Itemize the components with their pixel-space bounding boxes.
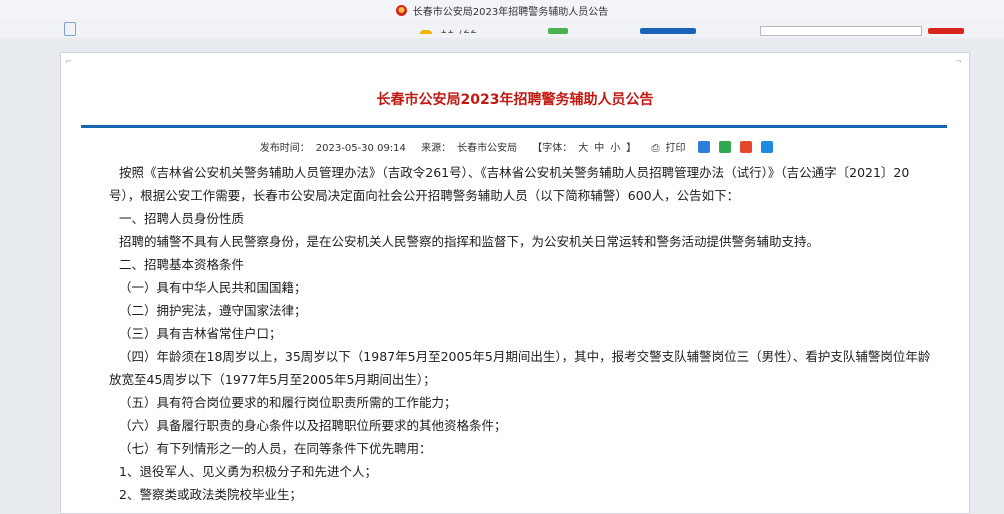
site-search-button-left[interactable]	[640, 28, 696, 34]
site-search-input[interactable]	[760, 26, 922, 36]
condition-item: （五）具有符合岗位要求的和履行岗位职责所需的工作能力；	[119, 395, 457, 410]
site-nav-strip: 11°/22°	[0, 20, 1004, 38]
priority-item: 1、退役军人、见义勇为积极分子和先进个人；	[119, 464, 377, 479]
police-emblem-icon	[395, 4, 407, 16]
share-weibo-icon[interactable]	[740, 141, 753, 153]
font-big-link[interactable]: 大	[578, 143, 588, 154]
air-quality-badge	[548, 28, 568, 34]
condition-item: （六）具备履行职责的身心条件以及招聘职位所要求的其他资格条件；	[119, 418, 507, 433]
section-heading-2: 二、招聘基本资格条件	[119, 257, 245, 272]
paragraph-intro: 按照《吉林省公安机关警务辅助人员管理办法》（吉政令261号）、《吉林省公安机关警…	[109, 165, 910, 203]
title-divider	[81, 125, 947, 128]
printer-icon: ⎙	[651, 143, 660, 154]
site-search-button[interactable]	[928, 28, 964, 34]
window-title: 长春市公安局2023年招聘警务辅助人员公告	[412, 6, 609, 18]
share-people-icon[interactable]	[697, 141, 710, 153]
condition-item: （二）拥护宪法，遵守国家法律；	[119, 303, 307, 318]
share-more-icon[interactable]	[761, 141, 774, 153]
condition-item: （七）有下列情形之一的人员，在同等条件下优先聘用：	[119, 441, 432, 456]
condition-item: （四）年龄须在18周岁以上，35周岁以下（1987年5月至2005年5月期间出生…	[109, 349, 931, 387]
section-heading-1: 一、招聘人员身份性质	[119, 211, 245, 226]
corner-ornament-tl: ⌐	[65, 57, 72, 66]
article-panel: ⌐ ¬ 长春市公安局2023年招聘警务辅助人员公告 发布时间： 2023-05-3…	[60, 52, 970, 514]
font-size-switcher: 【字体：大中小】	[532, 143, 637, 154]
page-title: 长春市公安局2023年招聘警务辅助人员公告	[376, 92, 654, 108]
article-meta: 发布时间： 2023-05-30 09:14 来源： 长春市公安局 【字体：大中小】…	[61, 139, 969, 154]
browser-title-bar: 长春市公安局2023年招聘警务辅助人员公告	[0, 0, 1004, 20]
priority-item: 2、警察类或政法类院校毕业生；	[119, 487, 302, 502]
print-button[interactable]: ⎙ 打印	[648, 143, 688, 154]
source: 来源： 长春市公安局	[421, 143, 518, 154]
font-small-link[interactable]: 小	[610, 143, 620, 154]
home-icon[interactable]	[64, 22, 76, 36]
publish-time: 发布时间： 2023-05-30 09:14	[259, 143, 406, 154]
condition-item: （三）具有吉林省常住户口；	[119, 326, 282, 341]
font-mid-link[interactable]: 中	[594, 143, 604, 154]
weather-temp: 11°/22°	[440, 23, 483, 36]
corner-ornament-tr: ¬	[955, 57, 962, 66]
share-wechat-icon[interactable]	[718, 141, 731, 153]
paragraph-identity: 招聘的辅警不具有人民警察身份，是在公安机关人民警察的指挥和监督下，为公安机关日常…	[119, 234, 820, 249]
weather-sun-icon	[420, 30, 432, 34]
condition-item: （一）具有中华人民共和国国籍；	[119, 280, 307, 295]
article-body: 按照《吉林省公安机关警务辅助人员管理办法》（吉政令261号）、《吉林省公安机关警…	[109, 161, 939, 506]
